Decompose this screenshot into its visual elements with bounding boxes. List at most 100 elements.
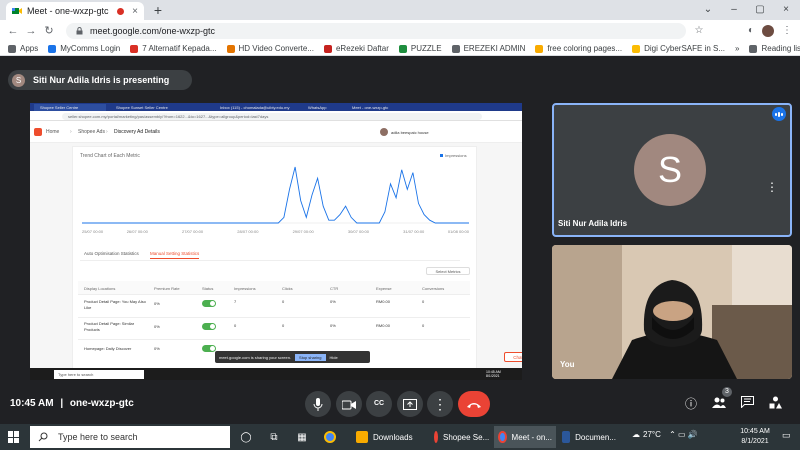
row-location: Homepage: Daily Discover <box>84 346 132 351</box>
address-bar[interactable]: meet.google.com/one-wxzp-gtc <box>66 23 686 39</box>
search-icon <box>38 432 48 442</box>
shared-screen: Shopee Seller Centre Shopee Sunset Selle… <box>30 103 522 380</box>
more-options-icon[interactable]: ⋮ <box>766 180 778 194</box>
bookmark-apps[interactable]: Apps <box>8 44 38 53</box>
file-explorer-icon[interactable]: ▦ <box>290 426 314 448</box>
meeting-info: 10:45 AM | one-wxzp-gtc <box>10 398 134 409</box>
taskbar-search-box[interactable]: Type here to search <box>30 426 230 448</box>
x-tick-label: 01/08 00:00 <box>448 229 470 234</box>
row-premium: 0% <box>154 301 160 306</box>
hide-button: Hide <box>329 354 338 360</box>
tab-auto-optimisation: Auto Optimisation Statistics <box>84 251 139 256</box>
meeting-details-button[interactable]: ⓘ <box>683 396 699 412</box>
bookmarks-overflow-button[interactable]: » <box>735 44 739 53</box>
new-tab-button[interactable]: + <box>150 2 166 18</box>
cortana-icon[interactable]: ◯ <box>234 426 258 448</box>
bookmarks-bar: Apps MyComms Login 7 Alternatif Kepada..… <box>0 42 800 56</box>
close-window-button[interactable]: × <box>774 2 798 18</box>
bookmark-hd-video[interactable]: HD Video Converte... <box>226 44 314 53</box>
sharing-notice-text: meet.google.com is sharing your screen. <box>219 354 292 360</box>
taskbar-app-shopee[interactable]: Shopee Se... <box>430 426 492 448</box>
chat-button[interactable] <box>739 396 755 412</box>
shopee-chat-button: Chat <box>504 352 522 362</box>
windows-start-icon[interactable] <box>8 431 20 443</box>
shared-tab: Inbox (115) - chomalada@uibty.edu.my <box>220 105 290 110</box>
x-tick-label: 28/07 00:00 <box>237 229 259 234</box>
bookmark-coloring-pages[interactable]: free coloring pages... <box>535 44 622 53</box>
back-button[interactable]: ← <box>6 23 20 39</box>
speaking-indicator-icon <box>772 107 786 121</box>
notification-center-icon[interactable]: ▭ <box>782 430 794 442</box>
profile-avatar[interactable] <box>762 25 774 37</box>
captions-button[interactable]: CC <box>366 391 392 417</box>
taskbar-app-word[interactable]: Documen... <box>558 426 620 448</box>
people-button[interactable] <box>711 396 727 412</box>
bookmark-erezeki-admin[interactable]: EREZEKI ADMIN <box>451 44 525 53</box>
more-options-button[interactable]: ⋮ <box>427 391 453 417</box>
chart-legend: Impressions <box>440 153 467 158</box>
tab-manual-setting: Manual Setting Statistics <box>150 251 200 259</box>
site-icon <box>130 44 139 53</box>
tab-close-icon[interactable]: × <box>132 6 138 17</box>
presenter-avatar: S <box>12 73 25 87</box>
tab-meet[interactable]: Meet - one-wxzp-gtc × <box>6 2 144 20</box>
bookmark-star-icon[interactable]: ☆ <box>692 23 706 39</box>
present-icon <box>403 399 417 411</box>
x-tick-label: 29/07 00:00 <box>293 229 315 234</box>
mic-toggle-button[interactable] <box>305 391 331 417</box>
tab-search-button[interactable]: ⌄ <box>696 2 720 18</box>
camera-icon <box>341 400 356 410</box>
row-premium: 0% <box>154 324 160 329</box>
th-ctr: CTR <box>330 286 339 291</box>
present-now-button[interactable] <box>397 391 423 417</box>
row-conversions: 0 <box>422 323 425 328</box>
taskbar-app-downloads[interactable]: Downloads <box>352 426 428 448</box>
meeting-code: one-wxzp-gtc <box>69 398 134 409</box>
minimize-button[interactable]: – <box>722 2 746 18</box>
taskbar-clock[interactable]: 10:45 AM 8/1/2021 <box>735 427 775 447</box>
taskbar-app-icon[interactable] <box>318 426 342 448</box>
bookmark-puzzle[interactable]: PUZZLE <box>398 44 442 53</box>
row-clicks: 0 <box>282 299 285 304</box>
row-expense: RM0.00 <box>376 299 391 304</box>
shared-tab: Shopee Sunset Seller Centre <box>116 105 168 110</box>
camera-toggle-button[interactable] <box>336 391 362 417</box>
meeting-separator: | <box>60 398 64 409</box>
presenting-text: Siti Nur Adila Idris is presenting <box>33 75 170 85</box>
forward-button[interactable]: → <box>24 23 38 39</box>
series-line-impressions <box>82 166 469 224</box>
bookmark-digi-cybersafe[interactable]: Digi CyberSAFE in S... <box>632 44 725 53</box>
breadcrumb-separator: › <box>70 129 72 135</box>
reading-list-icon <box>749 44 758 53</box>
site-icon <box>632 44 641 53</box>
bookmark-erezeki-daftar[interactable]: eRezeki Daftar <box>323 44 389 53</box>
shared-taskbar-search: Type here to search <box>54 370 144 379</box>
breadcrumb-current: Discovery Ad Details <box>114 129 160 135</box>
host-avatar: S <box>634 134 706 206</box>
row-ctr: 0% <box>330 299 336 304</box>
reload-button[interactable]: ↻ <box>42 23 56 39</box>
row-premium: 0% <box>154 346 160 351</box>
row-location: Product Detail Page: Similar Products <box>84 321 135 332</box>
bookmark-alternatif[interactable]: 7 Alternatif Kepada... <box>130 44 217 53</box>
participant-count-badge: 3 <box>722 387 732 397</box>
shop-name: adila beespaic house <box>391 130 429 135</box>
x-tick-label: 26/07 00:00 <box>127 229 149 234</box>
activities-button[interactable] <box>767 396 783 412</box>
row-location: Product Detail Page: You May Also Like <box>84 299 146 310</box>
maximize-button[interactable]: ▢ <box>748 2 772 18</box>
shared-tab: Meet - one-wxzp-gtc <box>352 105 389 110</box>
bookmark-mycomms[interactable]: MyComms Login <box>48 44 120 53</box>
extensions-icon[interactable]: ◐ <box>744 23 758 39</box>
chat-icon <box>740 396 754 409</box>
taskbar-app-meet[interactable]: Meet - on... <box>494 426 556 448</box>
chrome-menu-icon[interactable]: ⋮ <box>780 23 794 39</box>
weather-widget[interactable]: ☁ 27°C ⌃ ▭ 🔊 <box>632 430 698 439</box>
task-view-icon[interactable]: ⧉ <box>262 426 286 448</box>
breadcrumb-shopee-ads: Shopee Ads <box>78 129 105 135</box>
participant-tile-self[interactable] <box>552 245 792 379</box>
reading-list-button[interactable]: Reading list <box>749 44 800 53</box>
th-premium-rate: Premium Rate <box>154 286 180 291</box>
leave-call-button[interactable] <box>458 391 490 417</box>
row-ctr: 0% <box>330 323 336 328</box>
